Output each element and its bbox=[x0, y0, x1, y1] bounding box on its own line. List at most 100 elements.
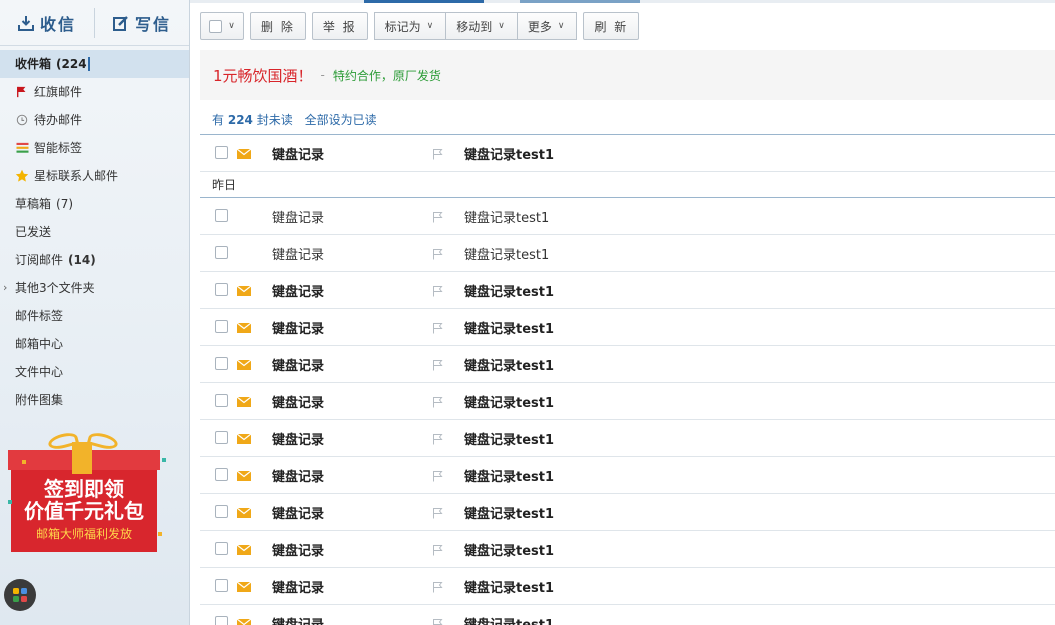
promo-gift-banner[interactable]: 签到即领 价值千元礼包 邮箱大师福利发放 bbox=[8, 430, 168, 554]
mail-sender: 键盘记录 bbox=[272, 580, 325, 596]
mail-subject: 键盘记录test1 bbox=[464, 284, 555, 300]
unread-envelope-icon bbox=[237, 508, 251, 518]
app-grid-button[interactable] bbox=[4, 579, 36, 611]
mail-row[interactable]: 键盘记录 键盘记录test1 bbox=[200, 605, 1055, 625]
mail-row[interactable]: 键盘记录 键盘记录test1 bbox=[200, 309, 1055, 346]
sidebar-actions: 收信 写信 bbox=[0, 0, 189, 46]
flag-outline-icon[interactable] bbox=[432, 148, 444, 160]
mail-row[interactable]: 键盘记录 键盘记录test1 bbox=[200, 346, 1055, 383]
flag-outline-icon[interactable] bbox=[432, 433, 444, 445]
mail-subject: 键盘记录test1 bbox=[464, 469, 555, 485]
mail-row[interactable]: 键盘记录 键盘记录test1 bbox=[200, 568, 1055, 605]
sidebar-item-drafts[interactable]: 草稿箱 (7) bbox=[0, 190, 189, 218]
row-checkbox[interactable] bbox=[215, 357, 228, 370]
mail-row[interactable]: 键盘记录 键盘记录test1 bbox=[200, 420, 1055, 457]
mail-row[interactable]: 键盘记录 键盘记录test1 bbox=[200, 235, 1055, 272]
compose-button[interactable]: 写信 bbox=[95, 0, 189, 45]
sidebar-item-subscriptions[interactable]: 订阅邮件 (14) bbox=[0, 246, 189, 274]
chevron-right-icon[interactable]: › bbox=[3, 274, 7, 302]
ad-banner[interactable]: 1元畅饮国酒！ - 特约合作，原厂发货 bbox=[200, 50, 1055, 100]
sidebar-item-flagged[interactable]: 红旗邮件 bbox=[0, 78, 189, 106]
row-checkbox[interactable] bbox=[215, 616, 228, 625]
action-group: 标记为 ∨ 移动到 ∨ 更多 ∨ bbox=[373, 12, 578, 40]
sidebar: 收信 写信 收件箱 (224 红旗邮件 待办邮件 智能标签 星标联系人邮件 草稿… bbox=[0, 0, 190, 625]
row-checkbox[interactable] bbox=[215, 246, 228, 259]
flag-outline-icon[interactable] bbox=[432, 359, 444, 371]
file-center-label: 文件中心 bbox=[15, 365, 64, 379]
mail-subject: 键盘记录test1 bbox=[464, 395, 555, 411]
report-button[interactable]: 举 报 bbox=[311, 12, 368, 40]
select-dropdown[interactable]: ∨ bbox=[200, 12, 244, 40]
delete-button[interactable]: 删 除 bbox=[250, 12, 306, 40]
mail-list-panel: ∨ 删 除 举 报 标记为 ∨ 移动到 ∨ 更多 ∨ 刷 新 1元畅饮国酒！ -… bbox=[191, 3, 1055, 625]
sidebar-item-sent[interactable]: 已发送 bbox=[0, 218, 189, 246]
mail-sender: 键盘记录 bbox=[272, 506, 325, 522]
row-checkbox[interactable] bbox=[215, 579, 228, 592]
unread-count[interactable]: 224 bbox=[228, 113, 253, 127]
flag-outline-icon[interactable] bbox=[432, 618, 444, 625]
todo-label: 待办邮件 bbox=[34, 113, 83, 127]
mail-row[interactable]: 键盘记录 键盘记录test1 bbox=[200, 198, 1055, 235]
flag-outline-icon[interactable] bbox=[432, 322, 444, 334]
unread-summary: 有 224 封未读 全部设为已读 bbox=[212, 111, 377, 128]
flag-outline-icon[interactable] bbox=[432, 507, 444, 519]
flagged-label: 红旗邮件 bbox=[34, 85, 83, 99]
flag-outline-icon[interactable] bbox=[432, 470, 444, 482]
row-checkbox[interactable] bbox=[215, 468, 228, 481]
gift-ribbon bbox=[72, 442, 92, 474]
move-to-dropdown[interactable]: 移动到 ∨ bbox=[446, 12, 518, 40]
unread-envelope-icon bbox=[237, 286, 251, 296]
mail-row[interactable]: 键盘记录 键盘记录test1 bbox=[200, 135, 1055, 172]
flag-outline-icon[interactable] bbox=[432, 285, 444, 297]
row-checkbox[interactable] bbox=[215, 146, 228, 159]
sidebar-item-other-folders[interactable]: › 其他3个文件夹 bbox=[0, 274, 189, 302]
unread-envelope-icon bbox=[237, 323, 251, 333]
mail-sender: 键盘记录 bbox=[272, 210, 325, 226]
row-checkbox[interactable] bbox=[215, 320, 228, 333]
flag-outline-icon[interactable] bbox=[432, 544, 444, 556]
select-all-checkbox[interactable] bbox=[209, 19, 223, 33]
mail-row[interactable]: 键盘记录 键盘记录test1 bbox=[200, 531, 1055, 568]
row-checkbox[interactable] bbox=[215, 505, 228, 518]
clock-icon bbox=[15, 113, 29, 127]
unread-envelope-icon bbox=[237, 149, 251, 159]
sidebar-item-inbox[interactable]: 收件箱 (224 bbox=[0, 50, 189, 78]
flag-outline-icon[interactable] bbox=[432, 581, 444, 593]
sidebar-item-mail-tags[interactable]: 邮件标签 bbox=[0, 302, 189, 330]
mark-all-read-link[interactable]: 全部设为已读 bbox=[305, 113, 377, 127]
row-checkbox[interactable] bbox=[215, 542, 228, 555]
compose-label: 写信 bbox=[134, 14, 171, 34]
row-checkbox[interactable] bbox=[215, 394, 228, 407]
starred-contacts-label: 星标联系人邮件 bbox=[34, 169, 119, 183]
more-dropdown[interactable]: 更多 ∨ bbox=[517, 12, 578, 40]
sidebar-item-starred-contacts[interactable]: 星标联系人邮件 bbox=[0, 162, 189, 190]
smart-tags-label: 智能标签 bbox=[34, 141, 83, 155]
flag-outline-icon[interactable] bbox=[432, 396, 444, 408]
sidebar-item-mailbox-center[interactable]: 邮箱中心 bbox=[0, 330, 189, 358]
inbox-count: (224 bbox=[56, 57, 87, 71]
sidebar-item-smart-tags[interactable]: 智能标签 bbox=[0, 134, 189, 162]
row-checkbox[interactable] bbox=[215, 431, 228, 444]
unread-suffix: 封未读 bbox=[256, 113, 293, 127]
sidebar-item-file-center[interactable]: 文件中心 bbox=[0, 358, 189, 386]
mail-row[interactable]: 键盘记录 键盘记录test1 bbox=[200, 494, 1055, 531]
mail-row[interactable]: 键盘记录 键盘记录test1 bbox=[200, 272, 1055, 309]
mail-sender: 键盘记录 bbox=[272, 284, 325, 300]
row-checkbox[interactable] bbox=[215, 283, 228, 296]
other-folders-label: 其他3个文件夹 bbox=[15, 281, 95, 295]
unread-envelope-icon bbox=[237, 582, 251, 592]
sidebar-item-attachments[interactable]: 附件图集 bbox=[0, 386, 189, 414]
sidebar-item-todo[interactable]: 待办邮件 bbox=[0, 106, 189, 134]
mark-as-dropdown[interactable]: 标记为 ∨ bbox=[373, 12, 447, 40]
receive-button[interactable]: 收信 bbox=[0, 0, 94, 45]
refresh-button[interactable]: 刷 新 bbox=[583, 12, 640, 40]
mail-row[interactable]: 键盘记录 键盘记录test1 bbox=[200, 457, 1055, 494]
mail-row[interactable]: 键盘记录 键盘记录test1 bbox=[200, 383, 1055, 420]
flag-outline-icon[interactable] bbox=[432, 248, 444, 260]
flag-outline-icon[interactable] bbox=[432, 211, 444, 223]
row-checkbox[interactable] bbox=[215, 209, 228, 222]
mail-list: 键盘记录 键盘记录test1 昨日 键盘记录 键盘记录test1 键盘记录 键盘记录t… bbox=[200, 134, 1055, 625]
mail-sender: 键盘记录 bbox=[272, 543, 325, 559]
mail-subject: 键盘记录test1 bbox=[464, 432, 555, 448]
unread-envelope-icon bbox=[237, 360, 251, 370]
